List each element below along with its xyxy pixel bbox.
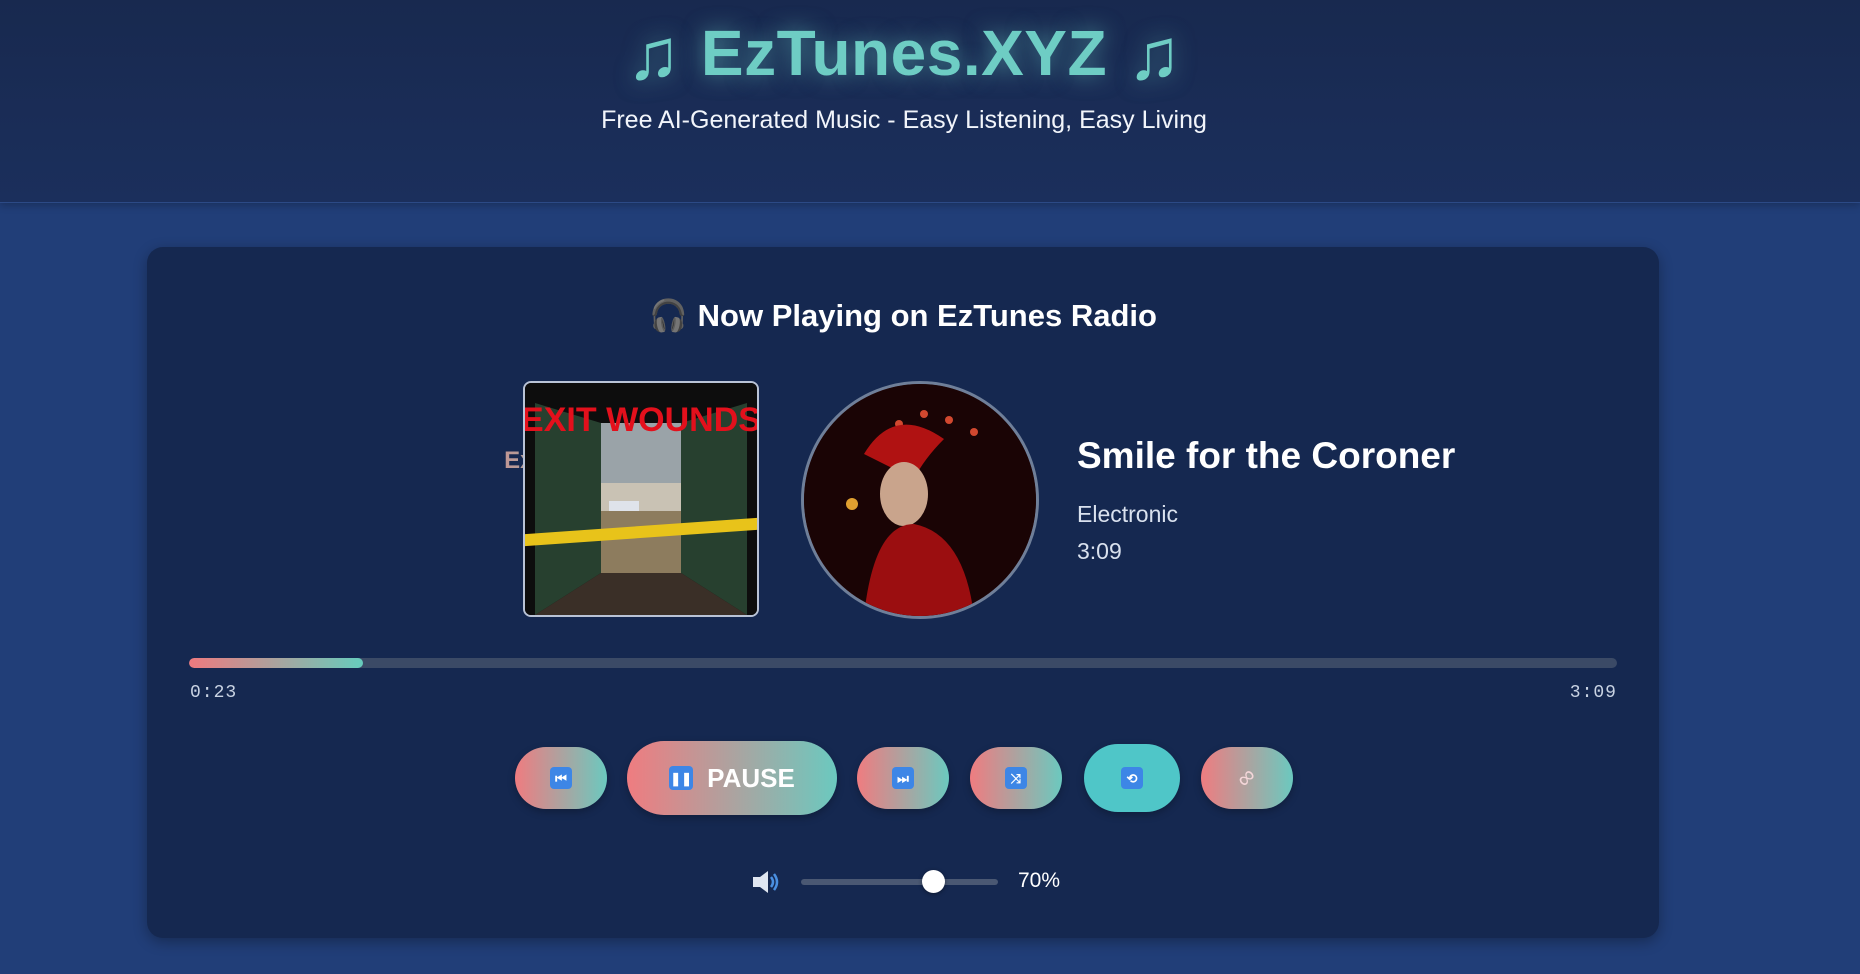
site-logo[interactable]: ♫ EzTunes.XYZ ♫ xyxy=(0,14,1808,96)
next-track-icon: ⏭ xyxy=(892,767,914,789)
playback-controls: ⏮ ❚❚ PAUSE ⏭ ⤨ ⟲ ∞ xyxy=(147,740,1659,816)
total-time: 3:09 xyxy=(1569,683,1617,703)
now-playing-heading: 🎧 Now Playing on EzTunes Radio xyxy=(147,297,1659,334)
pause-button[interactable]: ❚❚ PAUSE xyxy=(627,741,837,815)
pause-icon: ❚❚ xyxy=(669,766,694,790)
current-time: 0:23 xyxy=(190,683,238,703)
track-artwork-disc xyxy=(801,381,1039,619)
music-note-icon: ♫ xyxy=(1127,15,1182,95)
shuffle-button[interactable]: ⤨ xyxy=(970,747,1062,809)
volume-slider-thumb[interactable] xyxy=(922,870,945,893)
previous-track-icon: ⏮ xyxy=(550,767,572,789)
album-cover-text: EXIT WOUNDS xyxy=(525,401,757,439)
next-button[interactable]: ⏭ xyxy=(857,747,949,809)
volume-control: 70% xyxy=(147,859,1659,909)
progress-fill xyxy=(189,658,364,668)
album-cover[interactable]: EXIT WOUNDS xyxy=(523,381,759,617)
now-playing-card: 🎧 Now Playing on EzTunes Radio Exit Wound… xyxy=(147,247,1659,938)
pause-label: PAUSE xyxy=(707,762,795,793)
now-playing-heading-text: Now Playing on EzTunes Radio xyxy=(697,298,1157,333)
repeat-icon: ⟲ xyxy=(1121,767,1143,789)
share-link-button[interactable]: ∞ xyxy=(1201,747,1293,809)
volume-level: 70% xyxy=(1018,869,1061,892)
progress-bar[interactable] xyxy=(189,658,1617,668)
shuffle-icon: ⤨ xyxy=(1005,767,1027,789)
track-title: Smile for the Coroner xyxy=(1077,435,1456,476)
music-note-icon: ♫ xyxy=(626,15,681,95)
previous-button[interactable]: ⏮ xyxy=(515,747,607,809)
track-genre: Electronic xyxy=(1077,501,1178,527)
volume-slider-track[interactable] xyxy=(801,879,998,885)
repeat-button[interactable]: ⟲ xyxy=(1084,744,1180,812)
site-tagline: Free AI-Generated Music - Easy Listening… xyxy=(601,106,1207,134)
link-icon: ∞ xyxy=(1231,762,1263,794)
brand-name: EzTunes.XYZ xyxy=(700,17,1108,89)
site-header: ♫ EzTunes.XYZ ♫ Free AI-Generated Music - … xyxy=(0,0,1860,203)
headphones-icon: 🎧 xyxy=(649,298,688,333)
track-duration: 3:09 xyxy=(1077,538,1122,564)
speaker-icon[interactable] xyxy=(751,869,781,895)
